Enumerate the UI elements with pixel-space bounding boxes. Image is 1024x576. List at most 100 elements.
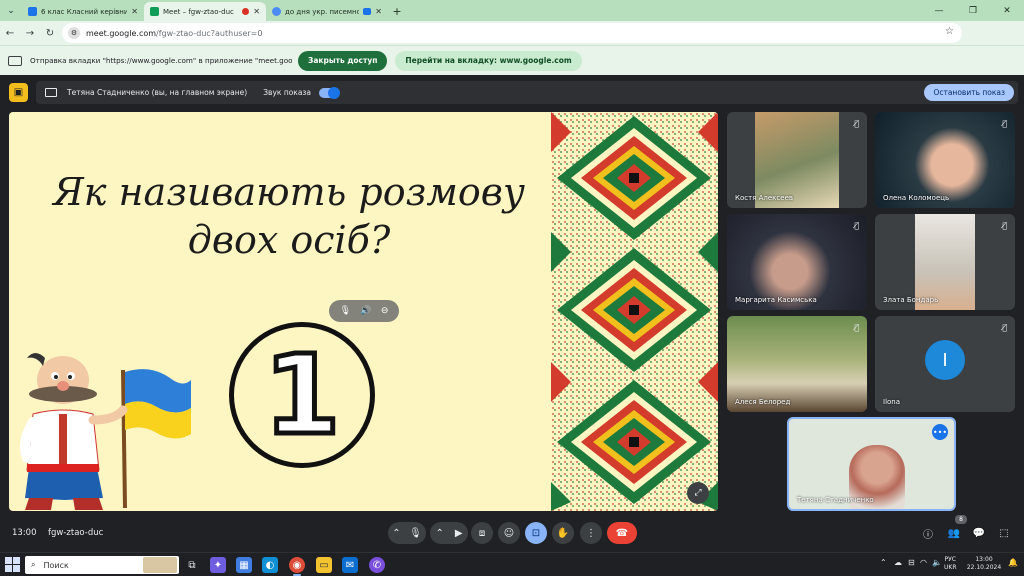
viber-icon[interactable]: ✆ bbox=[369, 557, 385, 573]
presenting-bar: Тетяна Стадниченко (вы, на главном экран… bbox=[36, 81, 1018, 104]
participant-tile[interactable]: 🎙̸ Олена Коломоець bbox=[875, 112, 1015, 208]
stop-sharing-button[interactable]: Закрыть доступ bbox=[298, 50, 388, 71]
present-screen-button[interactable]: ⊡ bbox=[525, 522, 547, 544]
browser-tab-2[interactable]: Meet – fgw-ztao-duc ✕ bbox=[144, 2, 266, 21]
cast-icon bbox=[8, 55, 22, 66]
participant-name: Ilona bbox=[883, 398, 901, 406]
mic-control[interactable]: ⌃ 🎙 bbox=[388, 522, 426, 544]
taskbar-search-input[interactable]: ⌕ Поиск bbox=[25, 556, 179, 574]
participant-tile[interactable]: 🎙̸ Злата Бондарь bbox=[875, 214, 1015, 310]
lang-layout: UKR bbox=[944, 564, 957, 571]
window-controls: — ❐ ✕ bbox=[922, 0, 1024, 21]
activities-icon[interactable]: ⬚ bbox=[996, 525, 1012, 541]
stop-presenting-button[interactable]: Остановить показ bbox=[924, 84, 1014, 101]
url-input[interactable]: ⚙ meet.google.com /fgw-ztao-duc?authuser… bbox=[62, 23, 962, 43]
clock-time: 13:00 bbox=[975, 556, 993, 563]
mic-off-icon: 🎙̸ bbox=[1002, 323, 1007, 332]
browser-tab-1[interactable]: 6 клас Класний керівник Кузь ✕ bbox=[22, 2, 144, 21]
search-highlight-image bbox=[143, 557, 177, 573]
windows-start-icon[interactable] bbox=[5, 557, 20, 572]
go-to-tab-button[interactable]: Перейти на вкладку: www.google.com bbox=[395, 50, 582, 71]
volume-icon[interactable]: 🔈 bbox=[932, 558, 942, 567]
back-icon[interactable]: ← bbox=[0, 23, 20, 43]
notifications-icon[interactable]: 🔔 bbox=[1008, 558, 1018, 567]
system-clock[interactable]: 13:00 22.10.2024 bbox=[966, 556, 1002, 572]
chevron-up-icon[interactable]: ⌃ bbox=[392, 528, 400, 539]
embroidery-ornament bbox=[551, 112, 718, 511]
reactions-button[interactable]: ☺ bbox=[498, 522, 520, 544]
lang-code: РУС bbox=[944, 556, 956, 563]
site-info-icon[interactable]: ⚙ bbox=[68, 27, 80, 39]
explorer-icon[interactable]: ▦ bbox=[236, 557, 252, 573]
forward-icon[interactable]: → bbox=[20, 23, 40, 43]
microphone-icon[interactable]: 🎙 bbox=[409, 528, 422, 539]
wifi-icon[interactable]: ◠ bbox=[920, 558, 927, 567]
mic-off-icon: 🎙̸ bbox=[854, 323, 859, 332]
close-tab-icon[interactable]: ✕ bbox=[131, 7, 138, 16]
close-window-icon[interactable]: ✕ bbox=[990, 0, 1024, 21]
classroom-favicon-icon bbox=[28, 7, 37, 16]
meeting-code: fgw-ztao-duc bbox=[48, 528, 104, 538]
minimize-icon[interactable]: — bbox=[922, 0, 956, 21]
meeting-info-icon[interactable]: ⓘ bbox=[920, 525, 936, 541]
speaker-icon[interactable]: 🔊 bbox=[360, 306, 371, 316]
browser-tab-strip: ⌄ 6 клас Класний керівник Кузь ✕ Meet – … bbox=[0, 0, 1024, 21]
self-view-tile[interactable]: ••• Тетяна Стадниченко bbox=[787, 417, 956, 511]
google-favicon-icon bbox=[272, 7, 281, 16]
network-icon[interactable]: ⊟ bbox=[908, 558, 915, 567]
search-icon: ⌕ bbox=[31, 560, 36, 569]
expand-tile-icon[interactable]: ⤢ bbox=[687, 482, 709, 504]
presenting-indicator-icon: ▣ bbox=[9, 83, 28, 102]
participant-name: Костя Алексеев bbox=[735, 194, 793, 202]
tray-chevron-icon[interactable]: ⌃ bbox=[880, 558, 887, 567]
bookmark-star-icon[interactable]: ☆ bbox=[945, 26, 954, 37]
self-name: Тетяна Стадниченко bbox=[797, 496, 874, 504]
participant-tile[interactable]: 🎙̸ Костя Алексеев bbox=[727, 112, 867, 208]
new-tab-button[interactable]: + bbox=[388, 2, 406, 21]
chrome-icon[interactable]: ◉ bbox=[289, 557, 305, 576]
participant-name: Олена Коломоець bbox=[883, 194, 950, 202]
url-path: /fgw-ztao-duc?authuser=0 bbox=[156, 28, 263, 38]
more-options-button[interactable]: ⋮ bbox=[580, 522, 602, 544]
mic-off-icon[interactable]: 🎙 bbox=[340, 306, 351, 316]
captions-button[interactable]: ⧈ bbox=[471, 522, 493, 544]
tab-search-icon[interactable]: ⌄ bbox=[0, 0, 22, 21]
leave-call-button[interactable]: ☎ bbox=[607, 522, 637, 544]
tile-hover-controls: 🎙 🔊 ⊖ bbox=[329, 300, 399, 322]
participant-name: Алеся Белоред bbox=[735, 398, 791, 406]
url-host: meet.google.com bbox=[86, 28, 157, 38]
share-audio-toggle[interactable] bbox=[319, 86, 341, 99]
close-tab-icon[interactable]: ✕ bbox=[253, 7, 260, 16]
restore-icon[interactable]: ❐ bbox=[956, 0, 990, 21]
chevron-up-icon[interactable]: ⌃ bbox=[435, 528, 443, 539]
mic-off-icon: 🎙̸ bbox=[1002, 221, 1007, 230]
camera-control[interactable]: ⌃ ▶ bbox=[430, 522, 468, 544]
raise-hand-button[interactable]: ✋ bbox=[552, 522, 574, 544]
windows-taskbar: ⌕ Поиск ⧉ ✦ ▦ ◐ ◉ ▭ ✉ ✆ ⌃ ☁ ⊟ ◠ 🔈 РУС UK… bbox=[0, 552, 1024, 576]
slide-title-line: Як називають розмову bbox=[53, 170, 525, 214]
reload-icon[interactable]: ↻ bbox=[40, 23, 60, 43]
chat-icon[interactable]: 💬 bbox=[971, 525, 987, 541]
presenter-label: Тетяна Стадниченко (вы, на главном экран… bbox=[67, 88, 248, 97]
more-options-icon[interactable]: ••• bbox=[932, 424, 948, 440]
tab-title: до дня укр. писемності та bbox=[285, 7, 360, 16]
mic-off-icon: 🎙̸ bbox=[854, 119, 859, 128]
participant-tile[interactable]: 🎙̸ Алеся Белоред bbox=[727, 316, 867, 412]
outlook-icon[interactable]: ✉ bbox=[342, 557, 358, 573]
copilot-icon[interactable]: ✦ bbox=[210, 557, 226, 573]
participant-name: Злата Бондарь bbox=[883, 296, 939, 304]
screen-share-icon bbox=[45, 88, 57, 97]
participant-tile[interactable]: I 🎙̸ Ilona bbox=[875, 316, 1015, 412]
cast-tab-icon bbox=[363, 8, 372, 15]
people-icon[interactable]: 👥 bbox=[946, 525, 962, 541]
edge-icon[interactable]: ◐ bbox=[262, 557, 278, 573]
browser-tab-3[interactable]: до дня укр. писемності та ✕ bbox=[266, 2, 388, 21]
task-view-icon[interactable]: ⧉ bbox=[184, 557, 200, 573]
participant-tile[interactable]: 🎙̸ Маргарита Касимська bbox=[727, 214, 867, 310]
close-tab-icon[interactable]: ✕ bbox=[375, 7, 382, 16]
camera-icon[interactable]: ▶ bbox=[455, 528, 463, 539]
input-language[interactable]: РУС UKR bbox=[944, 556, 957, 572]
file-explorer-icon[interactable]: ▭ bbox=[316, 557, 332, 573]
minimize-tile-icon[interactable]: ⊖ bbox=[381, 306, 389, 316]
cloud-icon[interactable]: ☁ bbox=[894, 558, 902, 567]
